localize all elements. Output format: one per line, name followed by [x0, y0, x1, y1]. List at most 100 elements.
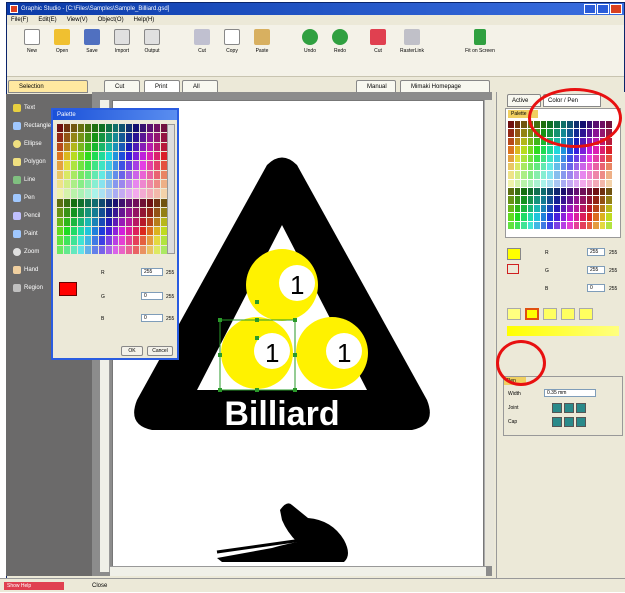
color-swatch[interactable] [527, 154, 534, 162]
color-swatch[interactable] [84, 142, 91, 152]
color-swatch[interactable] [105, 226, 112, 236]
color-swatch[interactable] [91, 226, 98, 236]
color-swatch[interactable] [508, 196, 514, 204]
color-swatch[interactable] [98, 161, 105, 170]
color-swatch[interactable] [521, 171, 527, 179]
color-swatch[interactable] [133, 236, 140, 245]
color-swatch[interactable] [112, 236, 119, 245]
tab-selection[interactable]: Selection [8, 80, 88, 93]
color-swatch[interactable] [154, 142, 161, 152]
color-swatch[interactable] [119, 217, 126, 226]
color-swatch[interactable] [63, 208, 70, 217]
color-swatch[interactable] [540, 146, 547, 154]
color-swatch[interactable] [521, 121, 527, 129]
color-swatch[interactable] [508, 204, 514, 213]
color-swatch[interactable] [133, 124, 140, 133]
color-swatch[interactable] [154, 236, 161, 245]
color-swatch[interactable] [98, 198, 105, 208]
color-swatch[interactable] [514, 221, 521, 229]
color-swatch[interactable] [77, 180, 84, 189]
color-swatch[interactable] [91, 236, 98, 245]
color-swatch[interactable] [119, 124, 126, 133]
color-swatch[interactable] [560, 162, 567, 171]
maximize-button[interactable] [597, 4, 609, 14]
color-swatch[interactable] [521, 213, 527, 221]
color-swatch[interactable] [154, 189, 161, 198]
color-swatch[interactable] [84, 189, 91, 198]
color-swatch[interactable] [133, 142, 140, 152]
color-swatch[interactable] [112, 189, 119, 198]
new-button[interactable]: New [19, 29, 45, 54]
color-swatch[interactable] [57, 208, 63, 217]
color-swatch[interactable] [133, 180, 140, 189]
color-swatch[interactable] [147, 170, 154, 180]
color-swatch[interactable] [119, 236, 126, 245]
copy-button[interactable]: Copy [219, 29, 245, 54]
color-swatch[interactable] [514, 162, 521, 171]
color-swatch[interactable] [527, 146, 534, 154]
color-swatch[interactable] [98, 133, 105, 142]
color-swatch[interactable] [70, 142, 77, 152]
color-swatch[interactable] [57, 124, 63, 133]
color-swatch[interactable] [540, 171, 547, 179]
color-swatch[interactable] [606, 204, 612, 213]
color-swatch[interactable] [567, 221, 573, 229]
color-swatch[interactable] [580, 221, 586, 229]
color-swatch[interactable] [580, 188, 586, 196]
color-swatch[interactable] [534, 154, 540, 162]
color-swatch[interactable] [119, 189, 126, 198]
color-swatch[interactable] [140, 152, 147, 161]
color-swatch[interactable] [140, 124, 147, 133]
color-swatch[interactable] [84, 180, 91, 189]
color-swatch[interactable] [573, 196, 580, 204]
color-swatch[interactable] [98, 170, 105, 180]
color-swatch[interactable] [547, 146, 553, 154]
color-swatch[interactable] [63, 161, 70, 170]
output-button[interactable]: Output [139, 29, 165, 54]
color-swatch[interactable] [98, 226, 105, 236]
color-swatch[interactable] [553, 146, 560, 154]
palette-b-value[interactable]: 0 [141, 314, 163, 322]
color-swatch[interactable] [534, 179, 540, 188]
color-swatch[interactable] [547, 204, 553, 213]
color-swatch[interactable] [133, 198, 140, 208]
color-swatch[interactable] [547, 188, 553, 196]
color-swatch[interactable] [84, 124, 91, 133]
color-swatch[interactable] [126, 208, 133, 217]
color-swatch[interactable] [98, 142, 105, 152]
color-swatch[interactable] [63, 180, 70, 189]
color-swatch[interactable] [567, 213, 573, 221]
color-swatch[interactable] [119, 198, 126, 208]
color-swatch[interactable] [606, 154, 612, 162]
color-swatch[interactable] [84, 245, 91, 254]
redo-button[interactable]: Redo [327, 29, 353, 54]
color-swatch[interactable] [77, 142, 84, 152]
color-swatch[interactable] [154, 161, 161, 170]
color-swatch[interactable] [91, 124, 98, 133]
color-swatch[interactable] [70, 245, 77, 254]
color-swatch[interactable] [147, 236, 154, 245]
color-swatch[interactable] [573, 154, 580, 162]
color-swatch[interactable] [57, 161, 63, 170]
color-swatch[interactable] [514, 146, 521, 154]
color-swatch[interactable] [560, 213, 567, 221]
color-swatch[interactable] [560, 188, 567, 196]
color-swatch[interactable] [553, 196, 560, 204]
color-swatch[interactable] [126, 170, 133, 180]
color-swatch[interactable] [91, 142, 98, 152]
color-swatch[interactable] [586, 162, 593, 171]
color-swatch[interactable] [534, 162, 540, 171]
color-swatch[interactable] [599, 204, 606, 213]
color-swatch[interactable] [77, 161, 84, 170]
status-help[interactable]: Show Help [4, 582, 64, 590]
color-swatch[interactable] [140, 189, 147, 198]
color-swatch[interactable] [126, 133, 133, 142]
color-swatch[interactable] [514, 171, 521, 179]
color-swatch[interactable] [126, 189, 133, 198]
color-swatch[interactable] [147, 189, 154, 198]
color-swatch[interactable] [119, 170, 126, 180]
color-swatch[interactable] [77, 133, 84, 142]
color-swatch[interactable] [77, 245, 84, 254]
color-swatch[interactable] [91, 198, 98, 208]
color-swatch[interactable] [126, 226, 133, 236]
